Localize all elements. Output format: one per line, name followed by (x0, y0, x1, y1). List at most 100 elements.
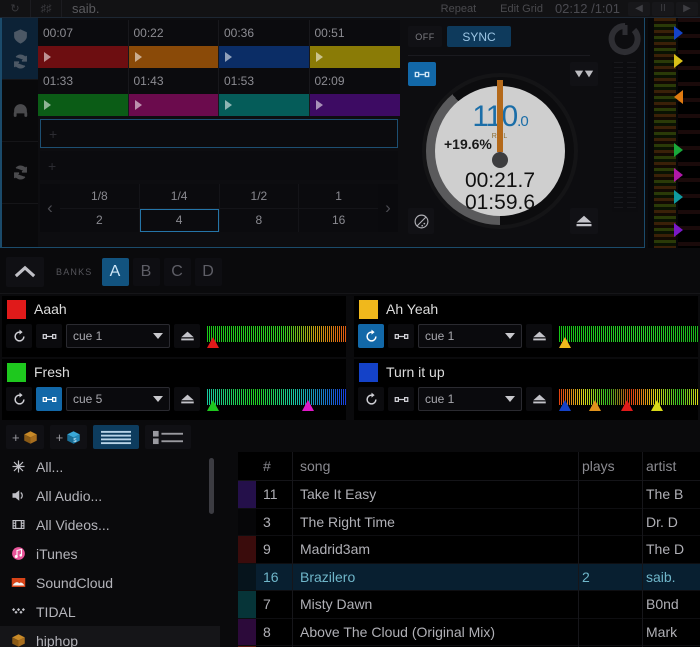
slot-cue-select-2[interactable]: cue 1 (418, 324, 522, 348)
cue-slot-4[interactable]: 00:51 (310, 20, 401, 68)
sync-off-button[interactable]: OFF (408, 26, 442, 47)
slot-eject-button-1[interactable] (174, 324, 200, 348)
sidebar-scrollbar-thumb[interactable] (209, 458, 214, 514)
beat-cell-4[interactable]: 4 (140, 209, 219, 233)
slot-loop-button-2[interactable] (358, 324, 384, 348)
beat-cell-2[interactable]: 2 (60, 209, 139, 233)
beat-cell-16[interactable]: 16 (299, 209, 378, 233)
add-crate-button[interactable]: + (6, 425, 44, 449)
add-cue-row-1[interactable]: + (40, 119, 398, 148)
slot-waveform-1[interactable] (207, 324, 346, 348)
repeat-button[interactable]: Repeat (429, 3, 488, 15)
column-header-num[interactable]: # (256, 458, 292, 474)
slot-sync-button-4[interactable] (388, 387, 414, 411)
cue-bar-8[interactable] (310, 94, 401, 116)
sampler-slot-4[interactable]: Turn it up cue 1 (354, 359, 698, 420)
topbar-loop-icon[interactable]: ↻ (0, 2, 30, 15)
bank-button-a[interactable]: A (102, 258, 129, 286)
sampler-slot-2[interactable]: Ah Yeah cue 1 (354, 296, 698, 357)
play-pause-button[interactable]: II (652, 2, 674, 16)
slot-cue-select-4[interactable]: cue 1 (418, 387, 522, 411)
table-row[interactable]: 3 The Right Time Dr. D (238, 509, 700, 537)
sidebar-item-itunes[interactable]: iTunes (0, 539, 220, 568)
cue-bar-5[interactable] (38, 94, 128, 116)
fx-knob[interactable] (608, 22, 642, 56)
cue-bar-6[interactable] (129, 94, 219, 116)
slot-loop-button-1[interactable] (6, 324, 32, 348)
slot-loop-button-4[interactable] (358, 387, 384, 411)
next-track-button[interactable]: ▶ (676, 2, 698, 16)
sidebar-item-soundcloud[interactable]: SoundCloud (0, 568, 220, 597)
slot-color-swatch-4[interactable] (359, 363, 378, 382)
keylock-button[interactable] (408, 62, 436, 86)
beat-cell-1-8[interactable]: 1/8 (60, 184, 139, 208)
add-smart-crate-button[interactable]: + S (50, 425, 88, 449)
sampler-slot-1[interactable]: Aaah cue 1 (2, 296, 346, 357)
pitch-fader[interactable] (612, 62, 638, 212)
cue-bar-2[interactable] (129, 46, 219, 68)
pitch-bend-down-button[interactable] (570, 62, 598, 86)
beat-next-button[interactable]: › (378, 184, 398, 232)
slot-eject-button-4[interactable] (526, 387, 552, 411)
table-row[interactable]: 7 Misty Dawn B0nd (238, 591, 700, 619)
loop-mode-button[interactable] (2, 142, 38, 204)
cue-bar-1[interactable] (38, 46, 128, 68)
detail-view-button[interactable] (145, 425, 191, 449)
sidebar-item-all[interactable]: All... (0, 452, 220, 481)
beat-cell-1-4[interactable]: 1/4 (140, 184, 219, 208)
beat-prev-button[interactable]: ‹ (40, 184, 60, 232)
cue-slot-7[interactable]: 01:53 (219, 68, 310, 116)
cue-slot-5[interactable]: 01:33 (38, 68, 129, 116)
beat-cell-8[interactable]: 8 (220, 209, 299, 233)
cue-slot-2[interactable]: 00:22 (129, 20, 220, 68)
slot-waveform-3[interactable] (207, 387, 346, 411)
table-row[interactable]: 16 Brazilero 2 saib. (238, 564, 700, 592)
table-row[interactable]: 11 Take It Easy The B (238, 481, 700, 509)
slot-cue-select-3[interactable]: cue 5 (66, 387, 170, 411)
cue-slot-8[interactable]: 02:09 (310, 68, 401, 116)
table-row[interactable]: 8 Above The Cloud (Original Mix) Mark (238, 619, 700, 647)
slot-waveform-4[interactable] (559, 387, 698, 411)
collapse-sampler-button[interactable] (6, 257, 44, 287)
bank-button-b[interactable]: B (133, 258, 160, 286)
slot-color-swatch-1[interactable] (7, 300, 26, 319)
cue-bar-3[interactable] (219, 46, 309, 68)
slip-mode-button[interactable] (408, 208, 434, 234)
library-sidebar[interactable]: All... All Audio... All Videos... iTunes… (0, 452, 220, 647)
slot-sync-button-3[interactable] (36, 387, 62, 411)
jog-wheel[interactable]: 110.0 REL +19.6% 00:21.7 01:59.6 (422, 73, 578, 229)
bank-button-d[interactable]: D (195, 258, 222, 286)
slot-cue-select-1[interactable]: cue 1 (66, 324, 170, 348)
library-splitter[interactable] (220, 422, 238, 647)
vertical-waveform[interactable] (648, 18, 700, 248)
sidebar-item-hiphop[interactable]: hiphop (0, 626, 220, 647)
topbar-key-icon[interactable]: ♯♯ (31, 3, 61, 15)
sidebar-item-all-audio[interactable]: All Audio... (0, 481, 220, 510)
cue-bar-4[interactable] (310, 46, 401, 68)
bank-button-c[interactable]: C (164, 258, 191, 286)
sync-button[interactable]: SYNC (447, 26, 511, 47)
column-header-song[interactable]: song (292, 458, 576, 474)
slot-loop-button-3[interactable] (6, 387, 32, 411)
slot-sync-button-1[interactable] (36, 324, 62, 348)
column-header-artist[interactable]: artist (640, 458, 700, 474)
sampler-slot-3[interactable]: Fresh cue 5 (2, 359, 346, 420)
cue-slot-1[interactable]: 00:07 (38, 20, 129, 68)
column-header-plays[interactable]: plays (576, 458, 640, 474)
beat-cell-1[interactable]: 1 (299, 184, 378, 208)
edit-grid-button[interactable]: Edit Grid (488, 3, 555, 15)
table-row[interactable]: 9 Madrid3am The D (238, 536, 700, 564)
sidebar-item-tidal[interactable]: TIDAL (0, 597, 220, 626)
list-view-button[interactable] (93, 425, 139, 449)
slot-sync-button-2[interactable] (388, 324, 414, 348)
cue-mode-button[interactable] (2, 18, 38, 80)
slot-eject-button-3[interactable] (174, 387, 200, 411)
cue-headphone-button[interactable] (2, 80, 38, 142)
cue-bar-7[interactable] (219, 94, 309, 116)
eject-button[interactable] (570, 208, 598, 234)
slot-color-swatch-2[interactable] (359, 300, 378, 319)
sidebar-item-all-videos[interactable]: All Videos... (0, 510, 220, 539)
slot-color-swatch-3[interactable] (7, 363, 26, 382)
add-cue-row-2[interactable]: + (40, 151, 398, 180)
beat-cell-1-2[interactable]: 1/2 (220, 184, 299, 208)
